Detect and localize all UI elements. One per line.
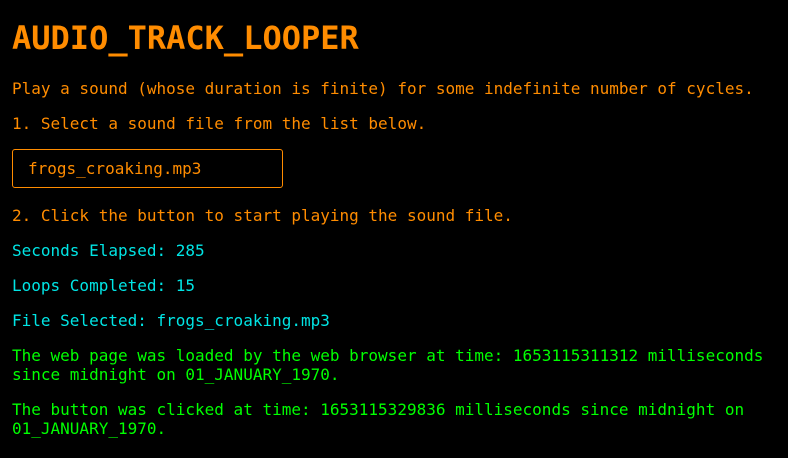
step-2-instruction: 2. Click the button to start playing the… xyxy=(12,206,513,225)
step-1-instruction: 1. Select a sound file from the list bel… xyxy=(12,114,427,133)
loops-completed-text: Loops Completed: 15 xyxy=(12,276,196,295)
sound-file-select[interactable]: frogs_croaking.mp3 xyxy=(12,149,283,188)
description-text: Play a sound (whose duration is finite) … xyxy=(12,79,754,98)
page-loaded-timestamp: The web page was loaded by the web brows… xyxy=(12,346,764,384)
file-selected-text: File Selected: frogs_croaking.mp3 xyxy=(12,311,330,330)
page-title: AUDIO_TRACK_LOOPER xyxy=(12,19,359,57)
seconds-elapsed-text: Seconds Elapsed: 285 xyxy=(12,241,205,260)
button-clicked-timestamp: The button was clicked at time: 16531153… xyxy=(12,400,745,438)
